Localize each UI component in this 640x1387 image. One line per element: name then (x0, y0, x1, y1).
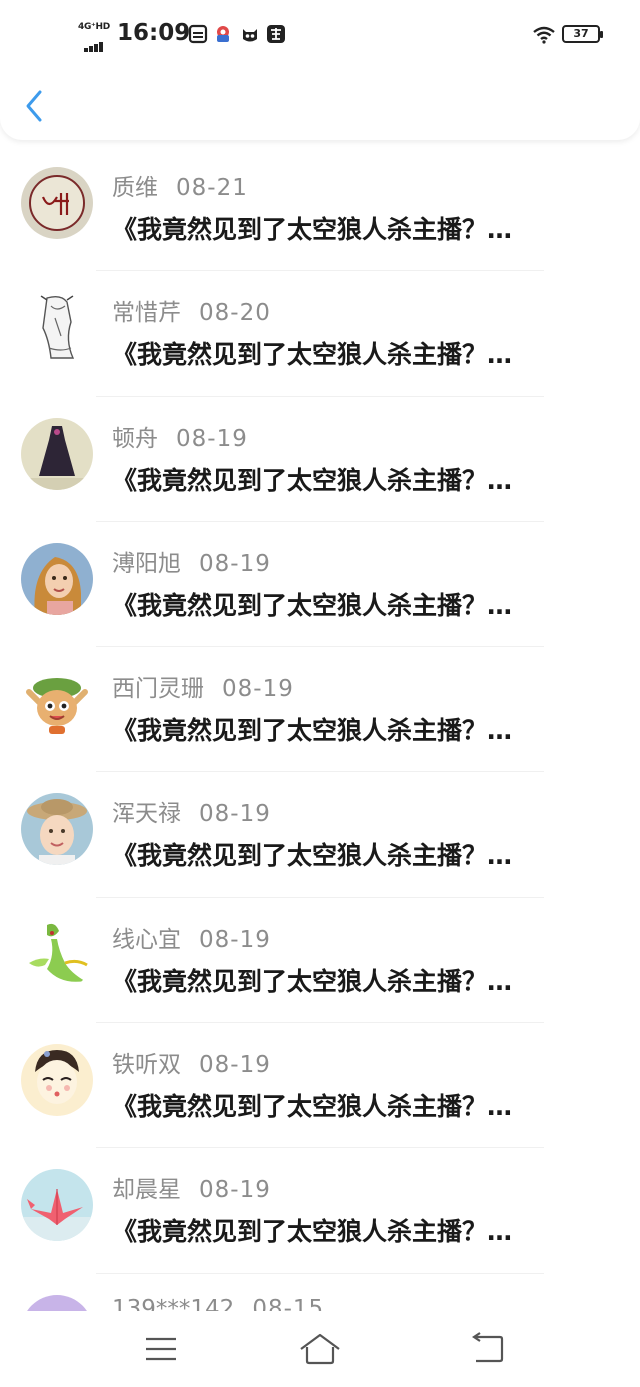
avatar[interactable] (21, 668, 93, 741)
home-button[interactable] (298, 1329, 342, 1369)
commenter-name: 顿舟 (112, 425, 158, 452)
battery-level: 37 (573, 27, 589, 40)
comment-message: 《我竟然见到了太空狼人杀主播？… (112, 1092, 513, 1122)
avatar[interactable] (21, 417, 93, 490)
avatar[interactable] (21, 1294, 93, 1311)
list-item[interactable]: 西门灵珊 08-19 《我竟然见到了太空狼人杀主播？… (0, 647, 640, 773)
commenter-name: 西门灵珊 (112, 676, 204, 703)
cartoon-character-avatar (21, 668, 93, 741)
commenter-name: 常惜芹 (112, 300, 181, 327)
menu-button[interactable] (139, 1329, 183, 1369)
sketch-figure-avatar (21, 292, 93, 365)
back-nav-button[interactable] (466, 1329, 510, 1369)
comment-list: 质维 08-21 《我竟然见到了太空狼人杀主播？… 常惜芹 08-20 《我竟然见到… (0, 146, 640, 1311)
comment-date: 08-19 (199, 926, 271, 953)
child-hat-photo-avatar (21, 793, 93, 866)
network-type-label: 4G⁺HD (78, 22, 110, 32)
app-badge-icon (266, 24, 286, 44)
commenter-name: 139***142 (112, 1295, 235, 1311)
system-navigation-bar (0, 1311, 640, 1387)
sim-card-icon (188, 24, 208, 44)
comment-date: 08-20 (199, 300, 271, 327)
list-item[interactable]: 浑天禄 08-19 《我竟然见到了太空狼人杀主播？… (0, 772, 640, 898)
commenter-name: 浑天禄 (112, 801, 181, 828)
commenter-name: 质维 (112, 175, 158, 201)
commenter-name: 线心宜 (112, 926, 181, 953)
comment-message: 《我竟然见到了太空狼人杀主播？… (112, 215, 513, 244)
status-time: 16:09 (117, 20, 191, 46)
list-item[interactable]: 常惜芹 08-20 《我竟然见到了太空狼人杀主播？… (0, 271, 640, 397)
comment-message: 《我竟然见到了太空狼人杀主播？… (112, 465, 513, 495)
comment-message: 《我竟然见到了太空狼人杀主播？… (112, 1217, 513, 1247)
list-item[interactable]: 溥阳旭 08-19 《我竟然见到了太空狼人杀主播？… (0, 522, 640, 648)
list-item[interactable]: 线心宜 08-19 《我竟然见到了太空狼人杀主播？… (0, 898, 640, 1024)
battery-icon: 37 (562, 25, 603, 43)
dress-avatar (21, 417, 93, 490)
chevron-left-icon (26, 90, 42, 122)
comment-date: 08-19 (199, 1052, 271, 1079)
comment-message: 《我竟然见到了太空狼人杀主播？… (112, 340, 513, 370)
comment-date: 08-19 (176, 425, 248, 452)
list-item[interactable]: 质维 08-21 《我竟然见到了太空狼人杀主播？… (0, 146, 640, 272)
back-button[interactable] (20, 86, 50, 126)
avatar[interactable] (21, 1044, 93, 1117)
girl-photo-avatar (21, 542, 93, 615)
avatar[interactable] (21, 793, 93, 866)
comment-message: 《我竟然见到了太空狼人杀主播？… (112, 966, 513, 996)
list-item[interactable]: 139***142 08-15 (0, 1274, 640, 1311)
home-icon (300, 1333, 340, 1365)
avatar[interactable] (21, 1169, 93, 1242)
comment-date: 08-19 (199, 801, 271, 828)
commenter-name: 溥阳旭 (112, 550, 181, 577)
anime-face-avatar (21, 1044, 93, 1117)
comment-date: 08-19 (199, 1177, 271, 1204)
comment-message: 《我竟然见到了太空狼人杀主播？… (112, 590, 513, 620)
hand-drawn-circle-avatar (21, 167, 93, 239)
avatar[interactable] (21, 167, 93, 239)
comment-message: 《我竟然见到了太空狼人杀主播？… (112, 841, 513, 871)
status-bar: 4G⁺HD 16:09 37 (0, 18, 640, 54)
commenter-name: 却晨星 (112, 1177, 181, 1204)
cat-face-icon (240, 24, 260, 44)
purple-avatar (21, 1294, 93, 1311)
app-notification-icon (213, 24, 233, 44)
commenter-name: 铁听双 (112, 1052, 181, 1079)
comment-date: 08-15 (252, 1295, 325, 1311)
menu-icon (146, 1337, 176, 1361)
back-nav-icon (472, 1332, 504, 1363)
list-item[interactable]: 却晨星 08-19 《我竟然见到了太空狼人杀主播？… (0, 1148, 640, 1274)
avatar[interactable] (21, 292, 93, 365)
green-creature-avatar (21, 918, 93, 991)
cellular-signal-icon: 4G⁺HD (78, 22, 112, 52)
comment-date: 08-19 (222, 676, 294, 703)
comment-message: 《我竟然见到了太空狼人杀主播？… (112, 716, 513, 746)
paper-crane-avatar (21, 1169, 93, 1242)
comment-list-screen: 4G⁺HD 16:09 37 质维 08-21 《我竟然见到了太空狼人杀主播？…… (0, 0, 640, 1387)
list-item[interactable]: 铁听双 08-19 《我竟然见到了太空狼人杀主播？… (0, 1023, 640, 1149)
wifi-icon (533, 26, 555, 44)
list-item[interactable]: 顿舟 08-19 《我竟然见到了太空狼人杀主播？… (0, 397, 640, 522)
avatar[interactable] (21, 542, 93, 615)
comment-date: 08-19 (199, 550, 271, 577)
avatar[interactable] (21, 918, 93, 991)
app-header: 4G⁺HD 16:09 37 (0, 0, 640, 140)
comment-date: 08-21 (176, 175, 248, 201)
